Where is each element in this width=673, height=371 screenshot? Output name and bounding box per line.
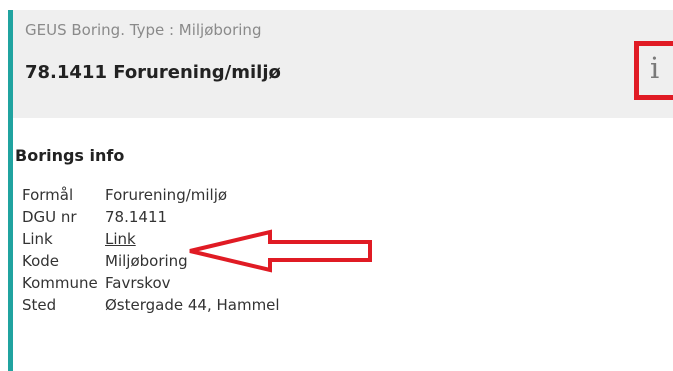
info-key: Kommune: [22, 274, 98, 292]
info-value: Miljøboring: [105, 252, 188, 270]
header-subtitle: GEUS Boring. Type : Miljøboring: [25, 21, 262, 39]
info-value: 78.1411: [105, 208, 168, 226]
section-title: Borings info: [15, 146, 125, 165]
red-arrow-left-icon: [189, 229, 372, 273]
panel-header: GEUS Boring. Type : Miljøboring 78.1411 …: [13, 10, 673, 118]
info-key: Link: [22, 230, 53, 248]
info-key: Kode: [22, 252, 60, 270]
info-value: Østergade 44, Hammel: [105, 296, 280, 314]
info-key: Sted: [22, 296, 57, 314]
info-icon: i: [650, 51, 660, 85]
info-link[interactable]: Link: [105, 230, 136, 248]
boring-info-panel: GEUS Boring. Type : Miljøboring 78.1411 …: [0, 0, 673, 371]
info-value: Forurening/miljø: [105, 186, 228, 204]
info-key: Formål: [22, 186, 74, 204]
header-title: 78.1411 Forurening/miljø: [25, 62, 281, 83]
info-key: DGU nr: [22, 208, 77, 226]
info-button[interactable]: i: [634, 41, 673, 100]
info-value: Favrskov: [105, 274, 171, 292]
